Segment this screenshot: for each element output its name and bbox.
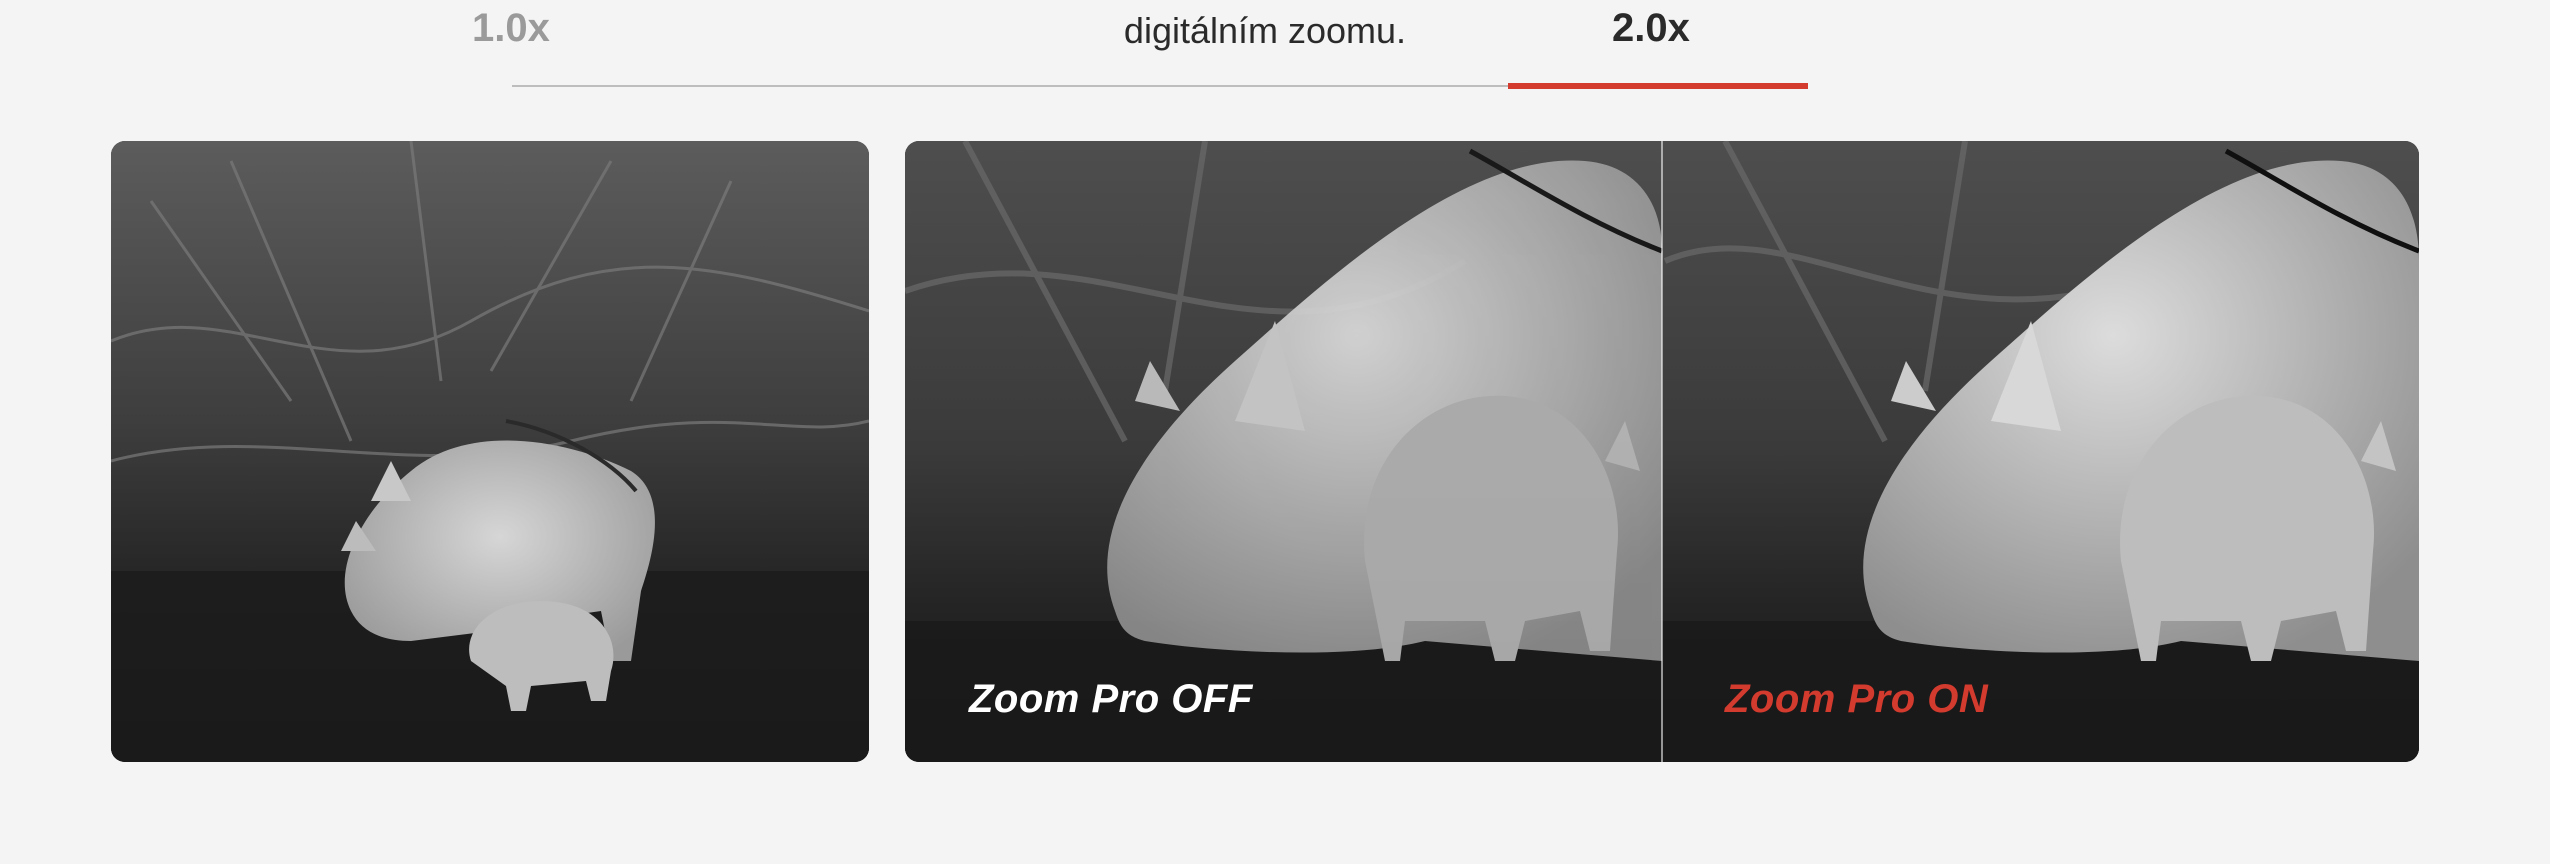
zoom-pro-on-label: Zoom Pro ON xyxy=(1725,677,1989,721)
comparison-divider[interactable] xyxy=(1661,141,1663,762)
tab-active-indicator xyxy=(1508,83,1808,89)
tab-zoom-2x[interactable]: 2.0x xyxy=(1612,6,1690,51)
zoom-pro-off-label: Zoom Pro OFF xyxy=(969,677,1253,721)
boar-thermal-image xyxy=(111,141,869,762)
zoom-caption: digitálním zoomu. xyxy=(1123,10,1407,51)
zoom-comparison-section: digitálním zoomu. 1.0x 2.0x Zoom Pro OFF… xyxy=(0,0,2550,864)
thermal-comparison-2x: Zoom Pro OFF Zoom Pro ON xyxy=(905,141,2419,762)
thermal-image-1x xyxy=(111,141,869,762)
header-text-area: digitálním zoomu. xyxy=(0,0,2550,64)
tab-zoom-1x[interactable]: 1.0x xyxy=(472,6,550,51)
